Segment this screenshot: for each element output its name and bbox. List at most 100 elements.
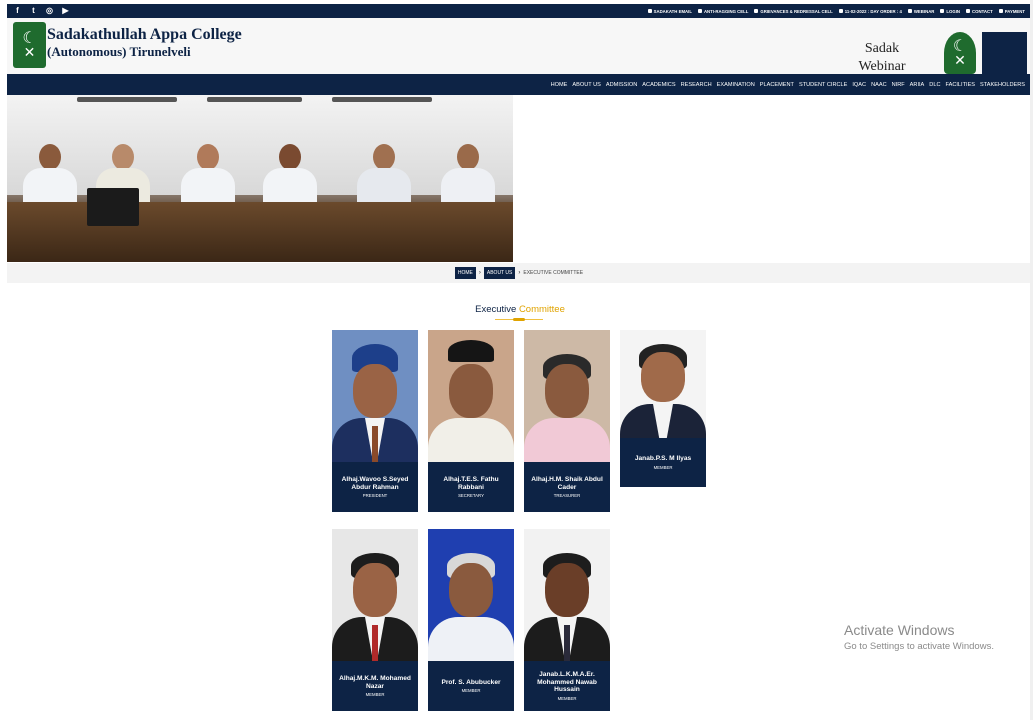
member-role: MEMBER bbox=[461, 688, 481, 694]
top-link-contact[interactable]: CONTACT bbox=[966, 9, 993, 14]
top-link-label: WEBINAR bbox=[913, 8, 935, 14]
member-info: Janab.P.S. M Ilyas MEMBER bbox=[620, 438, 706, 487]
member-photo bbox=[332, 529, 418, 661]
member-role: MEMBER bbox=[557, 695, 577, 701]
member-card[interactable]: Janab.P.S. M Ilyas MEMBER bbox=[620, 330, 706, 487]
breadcrumb-about-us[interactable]: ABOUT US bbox=[483, 267, 516, 279]
member-tie bbox=[372, 625, 378, 661]
top-link-day-order[interactable]: 11-02-2022 : DAY ORDER : 4 bbox=[838, 8, 902, 14]
top-link-anti-ragging[interactable]: ANTI-RAGGING CELL bbox=[697, 8, 749, 14]
committee-banner-photo bbox=[7, 95, 513, 262]
banner-ceiling-light bbox=[77, 97, 177, 102]
member-role: SECRETARY bbox=[458, 493, 484, 498]
member-tie bbox=[564, 625, 570, 661]
mail-icon bbox=[647, 9, 652, 13]
banner-table bbox=[7, 202, 513, 262]
top-link-login[interactable]: LOGIN bbox=[940, 9, 960, 14]
banner-laptop bbox=[87, 188, 139, 226]
top-link-label: PAYMENT bbox=[1004, 8, 1025, 14]
top-link-label: CONTACT bbox=[972, 8, 993, 14]
webinar-logo[interactable]: ☾ ✕ bbox=[944, 32, 976, 74]
nav-item-placement[interactable]: PLACEMENT bbox=[760, 82, 794, 88]
youtube-icon[interactable]: ▶ bbox=[61, 7, 70, 16]
social-links: f t ◎ ▶ bbox=[13, 7, 70, 16]
member-role: PRESIDENT bbox=[362, 493, 388, 498]
top-link-payment[interactable]: PAYMENT bbox=[998, 8, 1025, 14]
crossed-swords-icon: ✕ bbox=[954, 52, 966, 68]
breadcrumb-current: EXECUTIVE COMMITTEE bbox=[523, 270, 584, 276]
crossed-swords-icon: ✕ bbox=[23, 44, 36, 60]
section-title-part1: Executive bbox=[475, 304, 517, 315]
member-info: Alhaj.M.K.M. Mohamed Nazar MEMBER bbox=[332, 661, 418, 711]
top-link-email[interactable]: SADAKATH EMAIL bbox=[647, 8, 692, 14]
breadcrumb-separator: › bbox=[518, 270, 521, 276]
member-name: Prof. S. Abubucker bbox=[441, 678, 501, 686]
member-name: Janab.L.K.M.A.Er. Mohammed Nawab Hussain bbox=[537, 671, 597, 694]
member-card[interactable]: Janab.L.K.M.A.Er. Mohammed Nawab Hussain… bbox=[524, 529, 610, 711]
nav-item-admission[interactable]: ADMISSION bbox=[606, 82, 637, 88]
member-face bbox=[545, 364, 589, 418]
nav-item-facilities[interactable]: FACILITIES bbox=[946, 82, 976, 88]
member-card[interactable]: Alhaj.T.E.S. Fathu Rabbani SECRETARY bbox=[428, 330, 514, 512]
instagram-icon[interactable]: ◎ bbox=[45, 7, 54, 16]
nav-item-stakeholders[interactable]: STAKEHOLDERS bbox=[980, 82, 1025, 88]
member-photo bbox=[620, 330, 706, 438]
section-title-part2: Committee bbox=[518, 304, 565, 315]
top-bar: f t ◎ ▶ SADAKATH EMAIL ANTI-RAGGING CELL… bbox=[7, 4, 1031, 18]
member-card[interactable]: Alhaj.H.M. Shaik Abdul Cader TREASURER bbox=[524, 330, 610, 512]
member-role: TREASURER bbox=[553, 493, 581, 498]
banner-ceiling-light bbox=[207, 97, 302, 102]
member-card[interactable]: Prof. S. Abubucker MEMBER bbox=[428, 529, 514, 711]
member-name: Janab.P.S. M Ilyas bbox=[634, 455, 692, 463]
top-link-label: 11-02-2022 : DAY ORDER : 4 bbox=[844, 8, 902, 14]
twitter-icon[interactable]: t bbox=[29, 7, 38, 16]
top-link-label: SADAKATH EMAIL bbox=[653, 8, 692, 14]
member-face bbox=[353, 563, 397, 617]
title-underline-accent bbox=[513, 318, 525, 321]
windows-activation-watermark: Activate Windows Go to Settings to activ… bbox=[844, 622, 994, 652]
member-card[interactable]: Alhaj.Wavoo S.Seyed Abdur Rahman PRESIDE… bbox=[332, 330, 418, 512]
nav-item-student-circle[interactable]: STUDENT CIRCLE bbox=[799, 82, 847, 88]
top-link-label: LOGIN bbox=[946, 8, 961, 14]
top-link-label: ANTI-RAGGING CELL bbox=[703, 8, 749, 14]
webinar-series-link[interactable]: Sadak Webinar Series bbox=[842, 40, 922, 74]
building-icon bbox=[697, 9, 702, 13]
facebook-icon[interactable]: f bbox=[13, 7, 22, 16]
site-header: ☾ ✕ Sadakathullah Appa College (Autonomo… bbox=[7, 18, 1031, 74]
nav-item-research[interactable]: RESEARCH bbox=[681, 82, 712, 88]
member-face bbox=[545, 563, 589, 617]
college-logo[interactable]: ☾ ✕ bbox=[13, 22, 46, 68]
member-face bbox=[449, 563, 493, 617]
nav-item-ariia[interactable]: ARIIA bbox=[910, 82, 925, 88]
member-name: Alhaj.H.M. Shaik Abdul Cader bbox=[531, 476, 603, 491]
watermark-line1: Activate Windows bbox=[844, 622, 955, 638]
member-name: Alhaj.Wavoo S.Seyed Abdur Rahman bbox=[341, 476, 409, 491]
member-photo bbox=[524, 330, 610, 462]
nav-item-dlc[interactable]: DLC bbox=[929, 82, 940, 88]
member-photo bbox=[428, 330, 514, 462]
nav-item-iqac[interactable]: IQAC bbox=[852, 82, 866, 88]
nav-item-naac[interactable]: NAAC bbox=[871, 82, 887, 88]
member-card[interactable]: Alhaj.M.K.M. Mohamed Nazar MEMBER bbox=[332, 529, 418, 711]
nav-item-about-us[interactable]: ABOUT US bbox=[572, 82, 601, 88]
member-photo bbox=[428, 529, 514, 661]
nav-item-nirf[interactable]: NIRF bbox=[892, 82, 905, 88]
member-face bbox=[641, 352, 685, 402]
nav-item-home[interactable]: HOME bbox=[551, 82, 568, 88]
member-face bbox=[449, 364, 493, 418]
member-info: Janab.L.K.M.A.Er. Mohammed Nawab Hussain… bbox=[524, 661, 610, 711]
member-name: Alhaj.T.E.S. Fathu Rabbani bbox=[443, 476, 499, 491]
breadcrumb-separator: › bbox=[478, 270, 481, 276]
credit-card-icon bbox=[998, 9, 1003, 13]
member-cap bbox=[448, 340, 494, 362]
member-role: MEMBER bbox=[653, 464, 673, 470]
banner-ceiling-light bbox=[332, 97, 432, 102]
breadcrumb-home[interactable]: HOME bbox=[454, 267, 476, 279]
top-link-grievances[interactable]: GRIEVANCES & REDRESSAL CELL bbox=[754, 8, 833, 14]
login-icon bbox=[940, 9, 945, 13]
top-link-webinar[interactable]: WEBINAR bbox=[907, 8, 935, 14]
college-name-line1: Sadakathullah Appa College bbox=[47, 26, 242, 43]
nav-item-academics[interactable]: ACADEMICS bbox=[642, 82, 675, 88]
top-link-label: GRIEVANCES & REDRESSAL CELL bbox=[760, 8, 833, 14]
nav-item-examination[interactable]: EXAMINATION bbox=[717, 82, 755, 88]
